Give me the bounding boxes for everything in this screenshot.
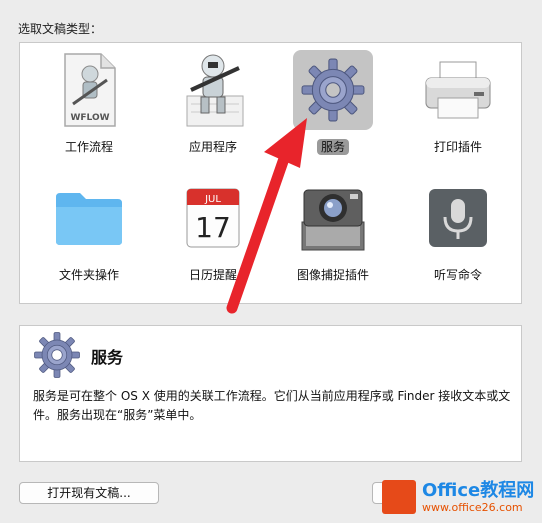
- type-calendar-alarm[interactable]: JUL 17 日历提醒: [158, 174, 268, 299]
- gear-icon: [301, 58, 365, 122]
- type-label-application: 应用程序: [188, 140, 237, 154]
- type-application[interactable]: 应用程序: [158, 46, 268, 171]
- type-label-folder-action: 文件夹操作: [58, 268, 119, 282]
- type-label-service: 服务: [316, 139, 349, 155]
- open-existing-document-button[interactable]: 打开现有文稿...: [19, 482, 159, 504]
- type-label-image-capture-plugin: 图像捕捉插件: [296, 268, 369, 282]
- printer-icon: [425, 61, 491, 119]
- watermark-url: www.office26.com: [422, 501, 523, 514]
- gear-icon: [34, 332, 80, 378]
- calendar-icon: JUL 17: [186, 188, 240, 248]
- type-folder-action[interactable]: 文件夹操作: [34, 174, 144, 299]
- description-text: 服务是可在整个 OS X 使用的关联工作流程。它们从当前应用程序或 Finder…: [33, 389, 511, 422]
- camera-icon: [301, 189, 365, 251]
- type-label-calendar-alarm: 日历提醒: [188, 268, 237, 282]
- svg-text:17: 17: [195, 211, 231, 244]
- choose-type-label: 选取文稿类型：: [18, 22, 103, 36]
- description-title: 服务: [91, 348, 124, 367]
- watermark: Office教程网 www.office26.com: [382, 476, 542, 520]
- svg-text:WFLOW: WFLOW: [70, 113, 109, 123]
- type-dictation-command[interactable]: 听写命令: [403, 174, 513, 299]
- microphone-icon: [429, 189, 487, 247]
- folder-icon: [56, 193, 122, 245]
- automator-robot-icon: [186, 54, 244, 127]
- svg-text:JUL: JUL: [204, 194, 221, 205]
- type-label-print-plugin: 打印插件: [433, 140, 482, 154]
- document-type-grid: WFLOW 工作流程 应用程序 服务 打印插件 文件夹操作 JUL 17 日历提…: [19, 42, 522, 304]
- watermark-brand: Office教程网: [422, 480, 535, 501]
- type-label-workflow: 工作流程: [64, 140, 113, 154]
- workflow-file-icon: WFLOW: [64, 53, 116, 127]
- office-logo-icon: [382, 480, 416, 514]
- type-print-plugin[interactable]: 打印插件: [403, 46, 513, 171]
- description-panel: 服务 服务是可在整个 OS X 使用的关联工作流程。它们从当前应用程序或 Fin…: [19, 325, 522, 462]
- type-service[interactable]: 服务: [278, 46, 388, 171]
- type-workflow[interactable]: WFLOW 工作流程: [34, 46, 144, 171]
- type-label-dictation-command: 听写命令: [433, 268, 482, 282]
- type-image-capture-plugin[interactable]: 图像捕捉插件: [278, 174, 388, 299]
